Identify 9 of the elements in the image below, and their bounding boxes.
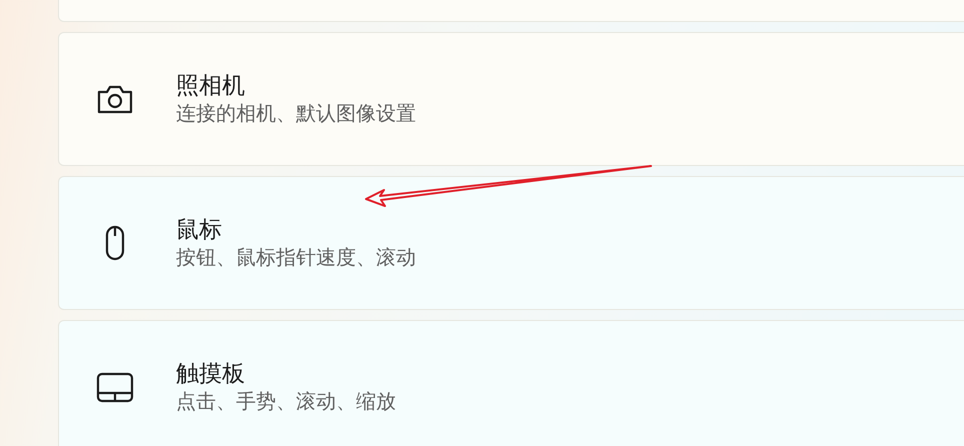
- settings-card[interactable]: 鼠标 按钮、鼠标指针速度、滚动: [58, 176, 964, 310]
- setting-title: 鼠标: [176, 216, 223, 244]
- setting-title: 照相机: [176, 72, 246, 100]
- setting-title: 触摸板: [176, 360, 246, 388]
- setting-description: 点击、手势、滚动、缩放: [176, 388, 396, 414]
- setting-description: 连接的相机、默认图像设置: [176, 100, 416, 126]
- setting-description: 按钮、鼠标指针速度、滚动: [176, 244, 416, 270]
- settings-card[interactable]: 照相机 连接的相机、默认图像设置: [58, 32, 964, 166]
- settings-card[interactable]: 触摸板 点击、手势、滚动、缩放: [58, 320, 964, 446]
